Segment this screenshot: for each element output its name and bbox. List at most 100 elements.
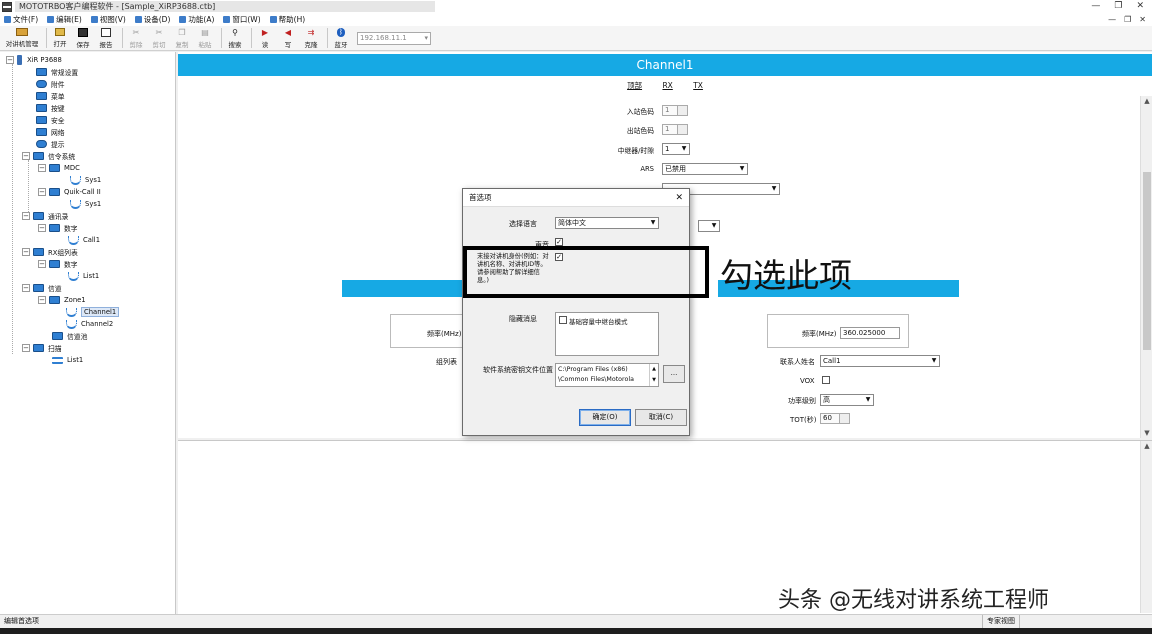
tree-item-zone1[interactable]: − Zone1 (38, 294, 86, 306)
tree-item-channel-pool[interactable]: 信道池 (52, 330, 87, 342)
open-button[interactable]: 打开 (50, 26, 70, 50)
tree-item-network[interactable]: 网络 (36, 126, 65, 138)
folder-icon (33, 344, 44, 352)
browse-button[interactable]: ... (663, 365, 685, 383)
collapse-icon[interactable]: − (22, 248, 30, 256)
tx-frequency-input[interactable]: 360.025000 (840, 327, 900, 339)
collapse-icon[interactable]: − (22, 152, 30, 160)
tree-item-security[interactable]: 安全 (36, 114, 65, 126)
tab-tx[interactable]: TX (693, 81, 703, 90)
tree-item-channel2[interactable]: Channel2 (66, 318, 113, 330)
clone-button[interactable]: ⇉ 克隆 (301, 26, 321, 50)
tree-item-tone[interactable]: 提示 (36, 138, 65, 150)
sound-checkbox[interactable]: ✓ (555, 238, 563, 246)
tab-top[interactable]: 顶部 (627, 81, 642, 90)
write-button[interactable]: ◀ 写 (278, 26, 298, 50)
in-color-stepper[interactable]: 1 (662, 105, 688, 116)
close-icon[interactable]: ✕ (675, 189, 683, 207)
power-dropdown[interactable]: 高 ▼ (820, 394, 874, 406)
scroll-down-icon[interactable]: ▼ (1141, 428, 1152, 438)
save-button[interactable]: 保存 (73, 26, 93, 50)
vox-checkbox[interactable] (822, 376, 830, 384)
tree-label: XiR P3688 (27, 56, 62, 64)
scroll-up-icon[interactable]: ▲ (1141, 441, 1152, 451)
menu-window[interactable]: 窗口(W) (223, 14, 261, 25)
toolbar-label: 报告 (99, 40, 113, 49)
scroll-up-icon[interactable]: ▲ (1141, 96, 1152, 106)
tree-item-general[interactable]: 常规设置 (36, 66, 78, 78)
search-button[interactable]: ⚲ 搜索 (225, 26, 245, 50)
collapse-icon[interactable]: − (38, 224, 46, 232)
slot-dropdown[interactable]: 1 ▼ (662, 143, 690, 155)
tree-item-buttons[interactable]: 按键 (36, 102, 65, 114)
collapse-icon[interactable]: − (6, 56, 14, 64)
capacity-plus-checkbox[interactable] (559, 316, 567, 324)
read-button[interactable]: ▶ 读 (255, 26, 275, 50)
scrollbar-thumb[interactable] (1143, 172, 1151, 350)
out-color-stepper[interactable]: 1 (662, 124, 688, 135)
tree-item-channel1[interactable]: Channel1 (66, 306, 120, 318)
delete-button[interactable]: ✂ 剪除 (126, 26, 146, 50)
channel-scrollbar[interactable]: ▲ ▼ (1140, 96, 1152, 438)
keyfile-scroll[interactable]: ▲ ▼ (649, 364, 658, 386)
paste-button[interactable]: ▤ 粘贴 (195, 26, 215, 50)
field-dropdown[interactable]: ▼ (698, 220, 720, 232)
menu-view[interactable]: 视图(V) (90, 14, 126, 25)
ip-address-dropdown[interactable]: 192.168.11.1 ▾ (357, 31, 431, 45)
contact-name-dropdown[interactable]: Call1 ▼ (820, 355, 940, 367)
tree-item-channels[interactable]: − 信道 (22, 282, 62, 294)
mdi-restore-button[interactable]: ❐ (1124, 13, 1131, 26)
radio-manage-button[interactable]: 对讲机管理 (4, 26, 40, 50)
tot-stepper[interactable]: 60 (820, 413, 850, 424)
lower-scrollbar[interactable]: ▲ (1140, 441, 1152, 613)
tree-item-contacts-digital[interactable]: − 数字 (38, 222, 78, 234)
tree-item-accessory[interactable]: 附件 (36, 78, 65, 90)
cut-icon: ✂ (155, 27, 163, 37)
collapse-icon[interactable]: − (22, 344, 30, 352)
tree-item-rxgroup[interactable]: − RX组列表 (22, 246, 78, 258)
collapse-icon[interactable]: − (38, 296, 46, 304)
tree-item-contacts[interactable]: − 通讯录 (22, 210, 68, 222)
hidden-message-list[interactable]: 基础容量中继台模式 (555, 312, 659, 356)
tree-item-scan-list1[interactable]: List1 (52, 354, 83, 366)
toolbar-label: 粘贴 (198, 40, 212, 49)
mdi-close-button[interactable]: ✕ (1139, 13, 1146, 26)
ars-dropdown[interactable]: 已禁用 ▼ (662, 163, 748, 175)
mdi-minimize-button[interactable]: — (1108, 13, 1116, 26)
collapse-icon[interactable]: − (38, 188, 46, 196)
keyfile-path-box[interactable]: C:\Program Files (x86) \Common Files\Mot… (555, 363, 659, 387)
tree-item-mdc[interactable]: − MDC (38, 162, 80, 174)
tree-item-call1[interactable]: Call1 (68, 234, 100, 246)
tree-item-mdc-sys1[interactable]: Sys1 (70, 174, 101, 186)
tree-item-quikcall[interactable]: − Quik-Call II (38, 186, 101, 198)
minimize-button[interactable]: — (1091, 0, 1100, 13)
report-button[interactable]: 报告 (96, 26, 116, 50)
tree-item-scan[interactable]: − 扫描 (22, 342, 62, 354)
tree-item-quikcall-sys1[interactable]: Sys1 (70, 198, 101, 210)
tree-label: 扫描 (48, 345, 62, 353)
menu-function[interactable]: 功能(A) (179, 14, 214, 25)
cut-button[interactable]: ✂ 剪切 (149, 26, 169, 50)
bluetooth-button[interactable]: ᛒ 蓝牙 (331, 26, 351, 50)
menu-help[interactable]: 帮助(H) (269, 14, 305, 25)
copy-button[interactable]: ❐ 复制 (172, 26, 192, 50)
collapse-icon[interactable]: − (38, 260, 46, 268)
collapse-icon[interactable]: − (22, 212, 30, 220)
tab-rx[interactable]: RX (662, 81, 672, 90)
language-dropdown[interactable]: 简体中文 ▼ (555, 217, 659, 229)
tree-item-signaling[interactable]: − 信令系统 (22, 150, 75, 162)
tree-item-menu[interactable]: 菜单 (36, 90, 65, 102)
close-button[interactable]: ✕ (1136, 0, 1144, 13)
ok-button[interactable]: 确定(O) (579, 409, 631, 426)
menu-edit[interactable]: 编辑(E) (47, 14, 82, 25)
tree-root[interactable]: − XiR P3688 (6, 54, 62, 66)
dialog-title: 首选项 (469, 193, 492, 202)
collapse-icon[interactable]: − (38, 164, 46, 172)
tree-item-rxgroup-digital[interactable]: − 数字 (38, 258, 78, 270)
menu-file[interactable]: 文件(F) (4, 14, 38, 25)
tree-item-rx-list1[interactable]: List1 (68, 270, 99, 282)
collapse-icon[interactable]: − (22, 284, 30, 292)
menu-device[interactable]: 设备(D) (134, 14, 170, 25)
cancel-button[interactable]: 取消(C) (635, 409, 687, 426)
restore-button[interactable]: ❐ (1114, 0, 1122, 13)
